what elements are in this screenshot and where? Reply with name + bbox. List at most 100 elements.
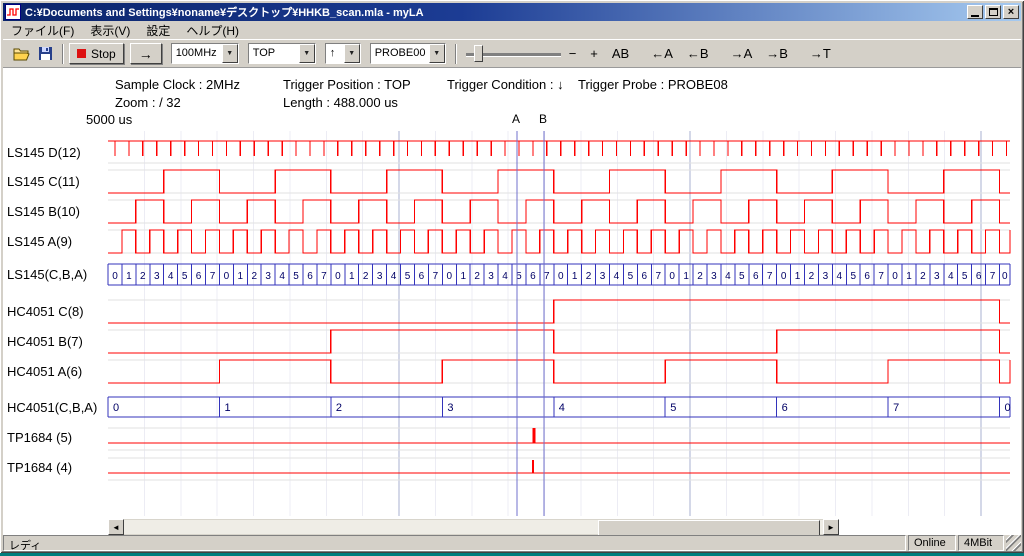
run-button[interactable]: → xyxy=(130,43,162,64)
app-window: 0123456701234567012345670123456701234567… xyxy=(0,0,1024,553)
zoom-in-button[interactable]: + xyxy=(584,44,604,63)
chevron-down-icon[interactable]: ▼ xyxy=(344,44,360,63)
chevron-down-icon[interactable]: ▼ xyxy=(429,44,445,63)
channel-label-tp1684-4: TP1684 (4) xyxy=(7,460,107,475)
zoom-slider[interactable] xyxy=(466,43,561,64)
toolbar-separator xyxy=(62,44,64,64)
menu-help[interactable]: ヘルプ(H) xyxy=(178,21,247,40)
trigger-edge-select[interactable]: ↑ ▼ xyxy=(325,43,361,64)
goto-a-left-button[interactable]: ←A xyxy=(645,44,679,63)
svg-text:4: 4 xyxy=(837,271,843,282)
svg-text:2: 2 xyxy=(586,271,592,282)
trigger-probe-text: Trigger Probe : PROBE08 xyxy=(578,77,728,92)
goto-b-left-button[interactable]: ←B xyxy=(681,44,715,63)
svg-text:6: 6 xyxy=(196,271,202,282)
svg-text:2: 2 xyxy=(251,271,257,282)
svg-text:0: 0 xyxy=(335,271,341,282)
trigger-position-value: TOP xyxy=(249,44,299,63)
channel-label-hc4051-a: HC4051 A(6) xyxy=(7,364,107,379)
svg-text:6: 6 xyxy=(976,271,982,282)
svg-text:2: 2 xyxy=(336,402,342,414)
titlebar[interactable]: C:¥Documents and Settings¥noname¥デスクトップ¥… xyxy=(3,3,1021,21)
scroll-right-button[interactable]: ► xyxy=(823,519,839,535)
svg-text:3: 3 xyxy=(600,271,606,282)
svg-text:7: 7 xyxy=(767,271,773,282)
svg-text:1: 1 xyxy=(126,271,132,282)
horizontal-scrollbar[interactable]: ◄ ► xyxy=(108,519,839,535)
minimize-button[interactable] xyxy=(967,5,983,19)
menu-settings[interactable]: 設定 xyxy=(138,21,178,40)
trigger-probe-select[interactable]: PROBE00 ▼ xyxy=(370,43,446,64)
svg-text:2: 2 xyxy=(697,271,703,282)
zoom-text: Zoom : / 32 xyxy=(115,95,181,110)
svg-text:4: 4 xyxy=(614,271,620,282)
ab-span-button[interactable]: AB xyxy=(606,44,635,63)
resize-grip[interactable] xyxy=(1006,535,1021,551)
svg-text:1: 1 xyxy=(683,271,689,282)
svg-text:0: 0 xyxy=(1002,271,1008,282)
sample-rate-select[interactable]: 100MHz ▼ xyxy=(171,43,239,64)
scroll-right-icon: ► xyxy=(827,523,835,532)
chevron-down-icon[interactable]: ▼ xyxy=(299,44,315,63)
svg-text:2: 2 xyxy=(920,271,926,282)
svg-text:1: 1 xyxy=(460,271,466,282)
menu-view[interactable]: 表示(V) xyxy=(82,21,138,40)
svg-text:5: 5 xyxy=(293,271,299,282)
svg-text:1: 1 xyxy=(238,271,244,282)
channel-label-tp1684-5: TP1684 (5) xyxy=(7,430,107,445)
length-text: Length : 488.000 us xyxy=(283,95,398,110)
goto-a-right-button[interactable]: →A xyxy=(725,44,759,63)
svg-text:0: 0 xyxy=(447,271,453,282)
svg-text:6: 6 xyxy=(864,271,870,282)
svg-text:3: 3 xyxy=(711,271,717,282)
svg-text:6: 6 xyxy=(782,402,788,414)
channel-label-ls145-b: LS145 B(10) xyxy=(7,204,107,219)
cursor-a-label[interactable]: A xyxy=(512,112,520,126)
maximize-button[interactable] xyxy=(985,5,1001,19)
svg-text:5: 5 xyxy=(405,271,411,282)
toolbar: Stop → 100MHz ▼ TOP ▼ ↑ ▼ PROBE00 ▼ − + … xyxy=(3,39,1021,68)
svg-text:4: 4 xyxy=(391,271,397,282)
trigger-position-text: Trigger Position : TOP xyxy=(283,77,411,92)
channel-label-ls145-d: LS145 D(12) xyxy=(7,145,107,160)
minimize-icon xyxy=(971,15,979,17)
svg-text:4: 4 xyxy=(279,271,285,282)
scrollbar-thumb[interactable] xyxy=(598,520,820,536)
svg-text:6: 6 xyxy=(419,271,425,282)
channel-label-ls145-a: LS145 A(9) xyxy=(7,234,107,249)
chevron-down-icon[interactable]: ▼ xyxy=(222,44,238,63)
sample-rate-value: 100MHz xyxy=(172,44,222,63)
stop-button[interactable]: Stop xyxy=(69,43,124,64)
goto-trigger-button[interactable]: →T xyxy=(804,44,837,63)
scroll-left-button[interactable]: ◄ xyxy=(108,519,124,535)
svg-text:7: 7 xyxy=(321,271,327,282)
close-button[interactable]: × xyxy=(1003,5,1019,19)
menubar: ファイル(F) 表示(V) 設定 ヘルプ(H) xyxy=(3,21,1021,39)
folder-open-icon xyxy=(13,47,30,61)
menu-file[interactable]: ファイル(F) xyxy=(3,21,82,40)
svg-text:4: 4 xyxy=(168,271,174,282)
floppy-icon xyxy=(38,46,53,61)
svg-text:6: 6 xyxy=(642,271,648,282)
svg-text:0: 0 xyxy=(113,402,119,414)
svg-text:5: 5 xyxy=(850,271,856,282)
close-icon: × xyxy=(1008,6,1014,18)
scrollbar-track[interactable] xyxy=(124,519,823,535)
trigger-condition-text: Trigger Condition : ↓ xyxy=(447,77,564,92)
status-ready-text: レディ xyxy=(3,535,906,551)
open-button[interactable] xyxy=(9,43,33,65)
svg-text:5: 5 xyxy=(182,271,188,282)
svg-text:7: 7 xyxy=(433,271,439,282)
zoom-slider-thumb[interactable] xyxy=(474,45,483,62)
svg-text:0: 0 xyxy=(669,271,675,282)
svg-text:2: 2 xyxy=(474,271,480,282)
save-button[interactable] xyxy=(33,43,57,65)
status-memory: 4MBit xyxy=(958,535,1004,551)
goto-b-right-button[interactable]: →B xyxy=(760,44,794,63)
cursor-b-label[interactable]: B xyxy=(539,112,547,126)
svg-text:1: 1 xyxy=(349,271,355,282)
trigger-position-select[interactable]: TOP ▼ xyxy=(248,43,316,64)
svg-text:2: 2 xyxy=(363,271,369,282)
zoom-out-button[interactable]: − xyxy=(563,44,583,63)
svg-text:3: 3 xyxy=(823,271,829,282)
